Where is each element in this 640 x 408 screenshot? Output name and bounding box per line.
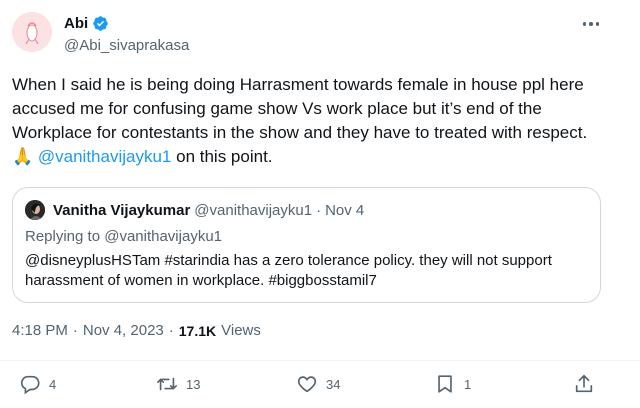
reply-count: 4 [49,376,57,392]
quoted-tweet[interactable]: Vanitha Vijaykumar @vanithavijayku1 · No… [12,187,601,303]
like-button[interactable]: 34 [296,373,340,395]
share-icon [575,374,593,393]
verified-badge-icon [93,16,108,31]
reply-icon [20,375,40,395]
views-count: 17.1K [178,322,217,339]
tweet-date[interactable]: Nov 4, 2023 [83,322,164,339]
quoted-author-handle[interactable]: @vanithavijayku1 [194,202,312,219]
tweet-mention-link[interactable]: @vanithavijayku1 [38,147,172,166]
meta-separator: · [72,322,78,339]
author-name[interactable]: Abi [64,15,88,32]
avatar-image [12,12,52,52]
retweet-icon [157,377,177,391]
action-bar: 4 13 34 1 [0,360,640,408]
quoted-separator: · [316,201,322,219]
reply-button[interactable]: 4 [19,373,56,395]
quoted-tweet-text: @disneyplusHSTam #starindia has a zero t… [25,252,552,289]
tweet-time[interactable]: 4:18 PM [12,322,68,339]
avatar[interactable] [12,12,52,52]
tweet-text: When I said he is being doing Harrasment… [12,73,612,169]
views-label: Views [221,322,261,339]
tweet-meta: 4:18 PM · Nov 4, 2023 · 17.1K Views [12,322,261,339]
tweet-body-end: on this point. [171,147,273,166]
quoted-avatar [25,200,45,220]
meta-separator-2: · [168,322,174,339]
more-icon[interactable] [579,17,603,31]
retweet-count: 13 [186,376,201,392]
like-icon [297,376,317,393]
bookmark-button[interactable]: 1 [434,373,471,395]
quoted-date[interactable]: Nov 4 [325,202,364,219]
quoted-tweet-header: Vanitha Vijaykumar @vanithavijayku1 · No… [25,200,364,220]
bookmark-count: 1 [464,376,472,392]
quoted-replying-to: Replying to @vanithavijayku1 [25,228,222,245]
author-handle[interactable]: @Abi_sivaprakasa [64,37,189,54]
author-name-row: Abi [64,15,109,32]
like-count: 34 [326,376,341,392]
quoted-author-name[interactable]: Vanitha Vijaykumar [53,202,190,219]
share-button[interactable] [573,373,595,395]
retweet-button[interactable]: 13 [156,373,200,395]
bookmark-icon [438,375,452,393]
